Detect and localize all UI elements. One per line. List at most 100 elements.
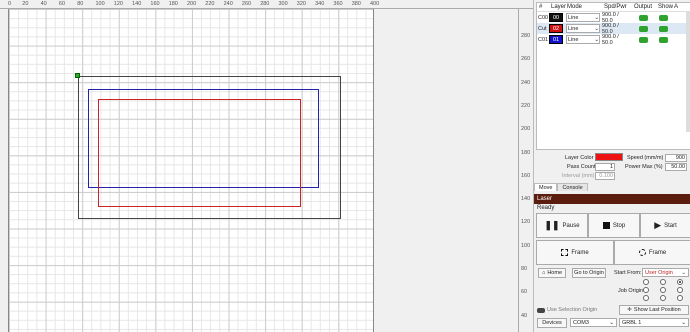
tab-bar: Move Console — [534, 183, 588, 191]
cut-layer-row[interactable]: C00 00 Line ⌄ 900.0 / 50.0 — [537, 12, 690, 24]
origin-radio-tc[interactable] — [660, 279, 666, 285]
col-spdpwr: Spd/Pwr — [604, 4, 627, 10]
show-toggle[interactable] — [655, 36, 671, 43]
origin-radio-mr[interactable] — [677, 287, 683, 293]
origin-radio-mc[interactable] — [660, 287, 666, 293]
frame-circle-label: Frame — [648, 249, 667, 256]
frame-rect-button[interactable]: Frame — [536, 240, 614, 265]
devices-button[interactable]: Devices — [537, 318, 567, 328]
laser-panel-title: Laser — [534, 194, 690, 204]
controller-select[interactable]: GRBL 1 ⌄ — [619, 318, 689, 327]
layer-color-swatch[interactable] — [595, 153, 623, 161]
job-origin-label: Job Origin — [618, 288, 644, 294]
chevron-down-icon: ⌄ — [681, 319, 686, 326]
horizontal-ruler: 0 20 40 60 80 100 120 140 160 180 200 220 240 260 280 3… — [0, 0, 533, 9]
ruler-x-tick: 0 — [8, 1, 12, 7]
go-to-origin-button[interactable]: Go to Origin — [572, 268, 606, 278]
ruler-x-tick: 120 — [113, 1, 123, 7]
frame-circle-button[interactable]: Frame — [614, 240, 690, 265]
ruler-x-tick: 300 — [278, 1, 288, 7]
ruler-x-tick: 160 — [150, 1, 160, 7]
red-rectangle[interactable] — [98, 99, 301, 207]
toggle-off-icon — [537, 307, 545, 313]
interval-input[interactable]: 0.100 — [595, 172, 615, 180]
origin-radio-tl[interactable] — [643, 279, 649, 285]
controller-value: GRBL 1 — [622, 319, 642, 326]
mode-value: Line — [568, 36, 579, 43]
play-icon: ▶ — [654, 220, 662, 230]
stop-button[interactable]: Stop — [588, 213, 640, 238]
ruler-x-tick: 220 — [205, 1, 215, 7]
origin-radio-bl[interactable] — [643, 295, 649, 301]
toggle-on-icon — [658, 36, 668, 43]
origin-radio-bc[interactable] — [660, 295, 666, 301]
stop-icon — [602, 222, 610, 229]
home-label: Home — [547, 270, 562, 276]
home-button[interactable]: ⌂ Home — [538, 268, 566, 278]
ruler-y-tick: 260 — [521, 56, 531, 63]
origin-radio-br[interactable] — [677, 295, 683, 301]
tab-move[interactable]: Move — [534, 183, 558, 191]
ruler-x-tick: 400 — [370, 1, 380, 7]
power-input[interactable]: 50.00 — [665, 163, 687, 171]
output-toggle[interactable] — [631, 25, 655, 32]
origin-radio-tr[interactable] — [677, 279, 683, 285]
show-toggle[interactable] — [655, 14, 671, 21]
pass-count-input[interactable]: 1 — [595, 163, 615, 171]
tab-console[interactable]: Console — [557, 183, 588, 191]
cut-id: C01 — [538, 36, 549, 43]
show-toggle[interactable] — [655, 25, 671, 32]
ruler-y-tick: 240 — [521, 79, 531, 86]
col-output: Output — [634, 4, 653, 10]
power-label: Power Max (%) — [625, 164, 663, 170]
ruler-x-tick: 80 — [77, 1, 84, 7]
ruler-x-tick: 180 — [168, 1, 178, 7]
start-button[interactable]: ▶ Start — [640, 213, 690, 238]
ruler-x-tick: 200 — [187, 1, 197, 7]
ruler-x-tick: 240 — [223, 1, 233, 7]
cuts-layers-table[interactable]: # Layer Mode Spd/Pwr Output Show A C00 00… — [536, 2, 690, 150]
cuts-scrollbar[interactable] — [686, 12, 690, 132]
toggle-on-icon — [638, 36, 648, 43]
port-select[interactable]: COM3 ⌄ — [570, 318, 617, 327]
origin-radio-ml[interactable] — [643, 287, 649, 293]
ruler-x-tick: 100 — [95, 1, 105, 7]
toggle-on-icon — [638, 25, 648, 32]
ruler-y-tick: 280 — [521, 33, 531, 39]
ruler-y-tick: 140 — [521, 196, 531, 203]
frame-rect-label: Frame — [571, 249, 589, 256]
ruler-x-tick: 60 — [58, 1, 66, 7]
speed-input[interactable]: 900 — [665, 154, 687, 162]
cut-layer-row[interactable]: Cut 02 Line ⌄ 900.0 / 50.0 — [537, 23, 690, 35]
use-selection-origin-label: Use Selection Origin — [547, 307, 598, 313]
mode-select[interactable]: Line ⌄ — [566, 24, 600, 33]
chevron-down-icon: ⌄ — [594, 25, 599, 32]
col-mode: Mode — [567, 4, 583, 10]
pause-button[interactable]: ❚❚ Pause — [536, 213, 588, 238]
ruler-x-tick: 380 — [351, 1, 361, 7]
layer-swatch[interactable]: 01 — [549, 35, 563, 44]
origin-marker[interactable] — [75, 73, 80, 78]
toggle-on-icon — [638, 14, 648, 21]
toggle-on-icon — [658, 14, 668, 21]
mode-select[interactable]: Line ⌄ — [566, 13, 600, 22]
col-air: A — [674, 4, 679, 10]
output-toggle[interactable] — [631, 14, 655, 21]
mode-value: Line — [568, 14, 579, 21]
design-canvas[interactable]: 0 20 40 60 80 100 120 140 160 180 200 220 240 260 280 3… — [0, 0, 533, 332]
mode-select[interactable]: Line ⌄ — [566, 35, 600, 44]
layer-swatch[interactable]: 02 — [549, 24, 563, 33]
interval-label: Interval (mm) — [562, 173, 595, 179]
layer-swatch[interactable]: 00 — [549, 13, 563, 22]
mode-value: Line — [568, 25, 579, 32]
output-toggle[interactable] — [631, 36, 655, 43]
start-from-select[interactable]: User Origin ⌄ — [642, 268, 689, 277]
workspace-grid[interactable] — [8, 9, 374, 332]
show-last-position-button[interactable]: ✛ Show Last Position — [619, 305, 689, 315]
ruler-y-tick: 80 — [521, 266, 528, 272]
cut-layer-row[interactable]: C01 01 Line ⌄ 900.0 / 50.0 — [537, 34, 690, 46]
ruler-y-tick: 100 — [521, 242, 531, 249]
toggle-on-icon — [658, 25, 668, 32]
ruler-x-tick: 360 — [333, 1, 343, 7]
use-selection-origin-toggle[interactable]: Use Selection Origin — [537, 307, 597, 313]
